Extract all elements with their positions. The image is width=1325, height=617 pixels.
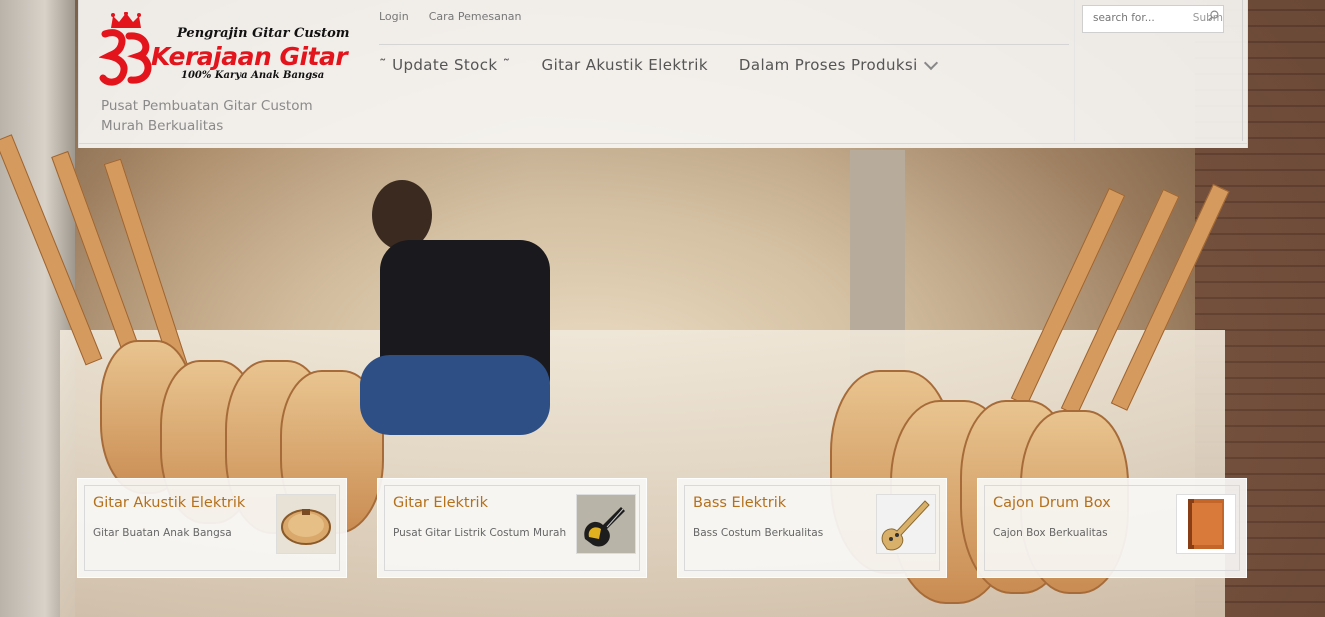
nav-divider: [379, 44, 1069, 45]
header-divider: [79, 143, 1247, 144]
cara-pemesanan-link[interactable]: Cara Pemesanan: [429, 10, 522, 23]
electric-guitar-icon[interactable]: [576, 494, 636, 554]
card-title[interactable]: Cajon Drum Box: [993, 495, 1111, 511]
search-input[interactable]: [1091, 11, 1190, 25]
card-desc: Bass Costum Berkualitas: [693, 527, 824, 539]
top-links: Login Cara Pemesanan: [379, 10, 522, 23]
logo-sub-text: 100% Karya Anak Bangsa: [181, 70, 325, 81]
acoustic-guitar-body-icon[interactable]: [276, 494, 336, 554]
login-link[interactable]: Login: [379, 10, 409, 23]
cajon-box-icon[interactable]: [1176, 494, 1236, 554]
search-box: Subm: [1082, 5, 1224, 33]
logo-brand-text: Kerajaan Gitar: [151, 42, 348, 71]
bass-guitar-icon[interactable]: [876, 494, 936, 554]
kg-monogram-icon: [99, 29, 152, 86]
search-icon: [1208, 10, 1219, 21]
site-header: Pengrajin Gitar Custom Kerajaan Gitar 10…: [78, 0, 1248, 148]
card-desc: Pusat Gitar Listrik Costum Murah: [393, 527, 567, 539]
category-card-gitar-elektrik[interactable]: Gitar Elektrik Pusat Gitar Listrik Costu…: [377, 478, 647, 578]
card-desc: Gitar Buatan Anak Bangsa: [93, 527, 232, 539]
site-logo[interactable]: Pengrajin Gitar Custom Kerajaan Gitar 10…: [99, 12, 351, 86]
nav-item-label: Dalam Proses Produksi: [738, 56, 918, 74]
logo-top-text: Pengrajin Gitar Custom: [177, 26, 350, 41]
craftsman-pants: [360, 355, 550, 435]
card-title[interactable]: Gitar Elektrik: [393, 495, 488, 511]
card-title[interactable]: Gitar Akustik Elektrik: [93, 495, 245, 511]
card-desc: Cajon Box Berkualitas: [993, 527, 1108, 539]
chevron-down-icon: [923, 55, 938, 71]
nav-item-label: Gitar Akustik Elektrik: [541, 56, 708, 74]
nav-item-update-stock[interactable]: ˜ Update Stock ˜: [379, 56, 511, 74]
nav-item-gitar-akustik-elektrik[interactable]: Gitar Akustik Elektrik: [542, 56, 708, 74]
card-title[interactable]: Bass Elektrik: [693, 495, 786, 511]
main-nav: ˜ Update Stock ˜ Gitar Akustik Elektrik …: [379, 55, 938, 74]
nav-item-dalam-proses-produksi[interactable]: Dalam Proses Produksi: [738, 55, 938, 74]
category-card-gitar-akustik-elektrik[interactable]: Gitar Akustik Elektrik Gitar Buatan Anak…: [77, 478, 347, 578]
craftsman-figure: [360, 180, 550, 480]
category-card-bass-elektrik[interactable]: Bass Elektrik Bass Costum Berkualitas: [677, 478, 947, 578]
nav-item-label: ˜ Update Stock ˜: [379, 56, 511, 74]
site-tagline: Pusat Pembuatan Gitar Custom Murah Berku…: [101, 98, 313, 134]
category-card-cajon-drum-box[interactable]: Cajon Drum Box Cajon Box Berkualitas: [977, 478, 1247, 578]
